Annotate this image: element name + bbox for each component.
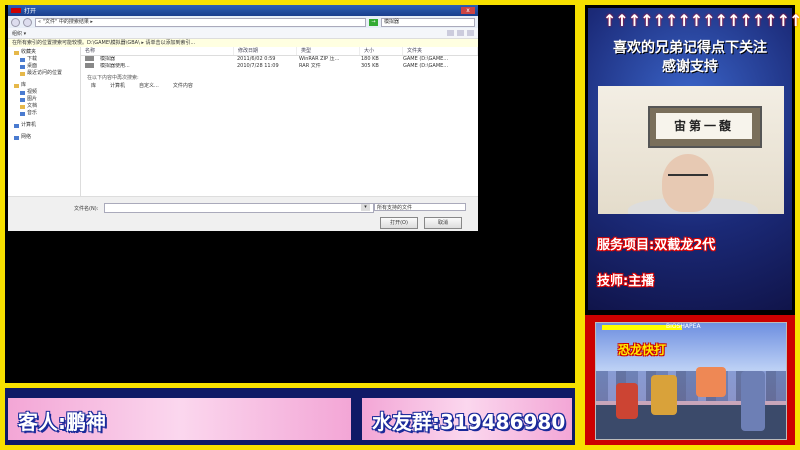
address-bar: « "文件" 中的搜索结果 ▸ → 模拟器: [8, 16, 478, 28]
fighter-sprite: [741, 371, 765, 431]
fighter-sprite: [651, 375, 677, 415]
filetype-select[interactable]: 所有支持的文件: [374, 203, 466, 211]
follow-reminder: 喜欢的兄弟记得点下关注: [613, 40, 767, 56]
rar-file-icon: [85, 63, 94, 68]
column-header-name[interactable]: 名称: [81, 47, 234, 55]
column-header-folder[interactable]: 文件夹: [403, 47, 478, 55]
column-header-date[interactable]: 修改日期: [234, 47, 297, 55]
dialog-title: 打开: [24, 8, 37, 15]
recent-icon: [20, 71, 25, 76]
file-row[interactable]: 模拟器使用... 2010/7/28 11:09 RAR 文件 305 KB G…: [81, 63, 478, 70]
back-icon[interactable]: [11, 17, 20, 27]
search-location-libraries[interactable]: 库: [91, 82, 96, 90]
sidebar-item-recent[interactable]: 最近访问的位置: [8, 70, 80, 77]
open-button[interactable]: 打开(O): [380, 217, 418, 229]
library-icon: [14, 83, 19, 88]
download-icon: [20, 57, 25, 62]
plaque-text: 宙第一馥: [656, 113, 752, 139]
webcam-feed: 宙第一馥: [598, 86, 784, 214]
star-icon: [14, 50, 19, 55]
breadcrumb[interactable]: « "文件" 中的搜索结果 ▸: [35, 17, 366, 27]
filename-input[interactable]: [104, 203, 374, 213]
sidebar-item-documents[interactable]: 文档: [8, 103, 80, 110]
column-headers: 名称 修改日期 类型 大小 文件夹: [81, 47, 478, 56]
music-icon: [20, 111, 25, 116]
game-title-overlay: 恐龙快打: [618, 343, 667, 357]
view-icon[interactable]: [447, 30, 454, 36]
column-header-size[interactable]: 大小: [360, 47, 403, 55]
sidebar-item-desktop[interactable]: 桌面: [8, 63, 80, 70]
search-location-computer[interactable]: 计算机: [110, 82, 125, 90]
search-again-label: 在以下内容中再次搜索:: [87, 75, 139, 81]
desktop-icon: [20, 64, 25, 69]
video-icon: [20, 90, 25, 95]
picture-icon: [20, 97, 25, 102]
fighter-sprite: [616, 383, 638, 419]
organize-menu[interactable]: 组织 ▾: [12, 30, 26, 37]
cancel-button[interactable]: 取消: [424, 217, 462, 229]
go-button[interactable]: →: [369, 18, 378, 26]
thanks-text: 感谢支持: [662, 59, 718, 75]
guest-label: 客人:鹏神: [18, 410, 106, 434]
sidebar-item-favorites[interactable]: 收藏夹: [8, 49, 80, 56]
close-icon[interactable]: x: [461, 7, 475, 14]
fighter-sprite: [696, 367, 726, 397]
fan-group-label: 水友群:319486980: [372, 410, 566, 434]
computer-icon: [14, 123, 19, 128]
technician-label: 技师:主播: [597, 274, 655, 289]
search-location-contents[interactable]: 文件内容: [173, 82, 193, 90]
forward-icon[interactable]: [23, 17, 32, 27]
preview-pane-icon[interactable]: [457, 30, 464, 36]
fan-group-banner: 水友群:319486980: [362, 398, 572, 440]
glasses-icon: [668, 174, 708, 182]
player-name: BIOSHAPEA: [666, 323, 701, 330]
sidebar-item-videos[interactable]: 视频: [8, 89, 80, 96]
column-header-type[interactable]: 类型: [297, 47, 360, 55]
sidebar-item-computer[interactable]: 计算机: [8, 122, 80, 129]
dialog-titlebar[interactable]: 打开 x: [8, 5, 478, 16]
wall-plaque: 宙第一馥: [648, 106, 762, 148]
chevron-down-icon[interactable]: ▾: [361, 204, 370, 211]
dialog-toolbar: 组织 ▾: [8, 28, 478, 39]
navigation-pane: 收藏夹 下载 桌面 最近访问的位置 库 视频 图片 文档 音乐 计算机 网络: [8, 47, 81, 197]
app-icon: [11, 8, 21, 13]
search-input[interactable]: 模拟器: [381, 17, 475, 27]
search-locations: 库 计算机 自定义... 文件内容: [81, 82, 478, 90]
search-location-custom[interactable]: 自定义...: [139, 82, 159, 90]
sidebar-item-pictures[interactable]: 图片: [8, 96, 80, 103]
sidebar-item-downloads[interactable]: 下载: [8, 56, 80, 63]
sidebar-item-libraries[interactable]: 库: [8, 82, 80, 89]
up-arrows-decoration: ↑↑↑↑↑↑↑↑↑↑↑↑↑↑↑↑↑↑: [603, 11, 800, 30]
dialog-footer: 文件名(N): ▾ 所有支持的文件 打开(O) 取消: [8, 196, 478, 231]
guest-banner: 客人:鹏神: [8, 398, 351, 440]
sidebar-item-music[interactable]: 音乐: [8, 110, 80, 117]
sidebar-item-network[interactable]: 网络: [8, 134, 80, 141]
game-capture: BIOSHAPEA 恐龙快打: [595, 322, 787, 440]
file-row[interactable]: 模拟器 2011/6/02 0:59 WinRAR ZIP 压... 180 K…: [81, 56, 478, 63]
network-icon: [14, 135, 19, 140]
filename-label: 文件名(N):: [74, 206, 99, 212]
service-label: 服务项目:双截龙2代: [597, 238, 716, 253]
help-icon[interactable]: [467, 30, 474, 36]
document-icon: [20, 104, 25, 109]
file-open-dialog: 打开 x « "文件" 中的搜索结果 ▸ → 模拟器 组织 ▾ 在所有索引的位置…: [8, 5, 478, 231]
streamer-face: [662, 154, 714, 212]
zip-file-icon: [85, 56, 94, 61]
file-list-pane: 名称 修改日期 类型 大小 文件夹 模拟器 2011/6/02 0:59 Win…: [81, 47, 478, 197]
